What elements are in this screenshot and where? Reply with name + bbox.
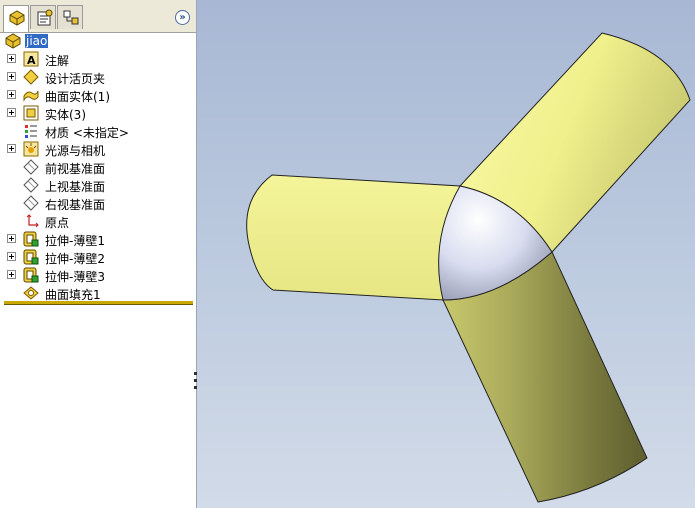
tree-item-label: 右视基准面 bbox=[45, 198, 106, 212]
tab-property-manager[interactable] bbox=[30, 5, 56, 29]
tab-feature-manager[interactable] bbox=[3, 5, 29, 32]
tree-item-design-binder[interactable]: 设计活页夹 bbox=[0, 68, 196, 86]
left-tube bbox=[246, 174, 461, 301]
plane-icon bbox=[23, 177, 39, 193]
tree-item-label: 前视基准面 bbox=[45, 162, 106, 176]
manager-tab-bar: » bbox=[0, 0, 196, 33]
tree-item-label: 设计活页夹 bbox=[45, 72, 106, 86]
tree-item-origin[interactable]: 原点 bbox=[0, 212, 196, 230]
expand-toggle[interactable] bbox=[7, 144, 16, 153]
tree-item-fill-surface[interactable]: 曲面填充1 bbox=[0, 284, 196, 302]
expand-toggle[interactable] bbox=[7, 72, 16, 81]
tree-item-extrude-thin-1[interactable]: 拉伸-薄壁1 bbox=[0, 230, 196, 248]
tree-root-label: jiao bbox=[25, 34, 49, 48]
extrude-thin-icon bbox=[23, 267, 39, 283]
tree-item-label: 光源与相机 bbox=[45, 144, 106, 158]
origin-icon bbox=[26, 214, 39, 228]
part-icon bbox=[5, 33, 21, 49]
tree-item-label: 拉伸-薄壁3 bbox=[45, 270, 105, 284]
lights-cameras-icon bbox=[23, 141, 39, 157]
tree-item-label: 上视基准面 bbox=[45, 180, 106, 194]
tree-item-label: 材质 <未指定> bbox=[45, 126, 129, 140]
collapse-panel-button[interactable]: » bbox=[175, 10, 190, 25]
design-binder-icon bbox=[23, 69, 39, 85]
tree-item-label: 拉伸-薄壁1 bbox=[45, 234, 105, 248]
tree-item-lights-cameras[interactable]: 光源与相机 bbox=[0, 140, 196, 158]
property-manager-icon bbox=[37, 9, 53, 26]
expand-toggle[interactable] bbox=[7, 90, 16, 99]
configuration-manager-icon bbox=[63, 10, 79, 25]
tree-item-label: 拉伸-薄壁2 bbox=[45, 252, 105, 266]
tree-item-extrude-thin-2[interactable]: 拉伸-薄壁2 bbox=[0, 248, 196, 266]
tree-item-material[interactable]: 材质 <未指定> bbox=[0, 122, 196, 140]
expand-toggle[interactable] bbox=[7, 252, 16, 261]
expand-toggle[interactable] bbox=[7, 54, 16, 63]
rollback-bar[interactable] bbox=[4, 301, 193, 305]
tree-item-extrude-thin-3[interactable]: 拉伸-薄壁3 bbox=[0, 266, 196, 284]
graphics-area[interactable] bbox=[197, 0, 695, 508]
model-view bbox=[246, 32, 691, 503]
tree-item-surface-bodies[interactable]: 曲面实体(1) bbox=[0, 86, 196, 104]
tree-item-label: 实体(3) bbox=[45, 108, 86, 122]
tree-item-front-plane[interactable]: 前视基准面 bbox=[0, 158, 196, 176]
tab-configuration-manager[interactable] bbox=[57, 5, 83, 29]
tree-item-label: 注解 bbox=[45, 54, 70, 68]
tree-item-annotations[interactable]: A 注解 bbox=[0, 50, 196, 68]
expand-toggle[interactable] bbox=[7, 234, 16, 243]
expand-toggle[interactable] bbox=[7, 270, 16, 279]
feature-manager-icon bbox=[9, 10, 25, 26]
tree-item-right-plane[interactable]: 右视基准面 bbox=[0, 194, 196, 212]
surface-bodies-icon bbox=[23, 90, 39, 102]
tree-item-top-plane[interactable]: 上视基准面 bbox=[0, 176, 196, 194]
tree-item-solid-bodies[interactable]: 实体(3) bbox=[0, 104, 196, 122]
extrude-thin-icon bbox=[23, 249, 39, 265]
tree-item-label: 曲面实体(1) bbox=[45, 90, 110, 104]
plane-icon bbox=[23, 195, 39, 211]
expand-toggle[interactable] bbox=[7, 108, 16, 117]
svg-text:A: A bbox=[27, 54, 36, 67]
material-icon bbox=[25, 125, 37, 138]
fill-surface-icon bbox=[23, 286, 39, 300]
solid-bodies-icon bbox=[23, 105, 39, 121]
feature-manager-panel: » jiao A 注解 设计活页夹 曲面实体(1) 实体(3) 材质 <未指定>… bbox=[0, 0, 197, 508]
extrude-thin-icon bbox=[23, 231, 39, 247]
plane-icon bbox=[23, 159, 39, 175]
annotation-icon: A bbox=[23, 51, 39, 67]
tree-item-label: 原点 bbox=[45, 216, 70, 230]
tree-root[interactable]: jiao bbox=[0, 32, 196, 50]
